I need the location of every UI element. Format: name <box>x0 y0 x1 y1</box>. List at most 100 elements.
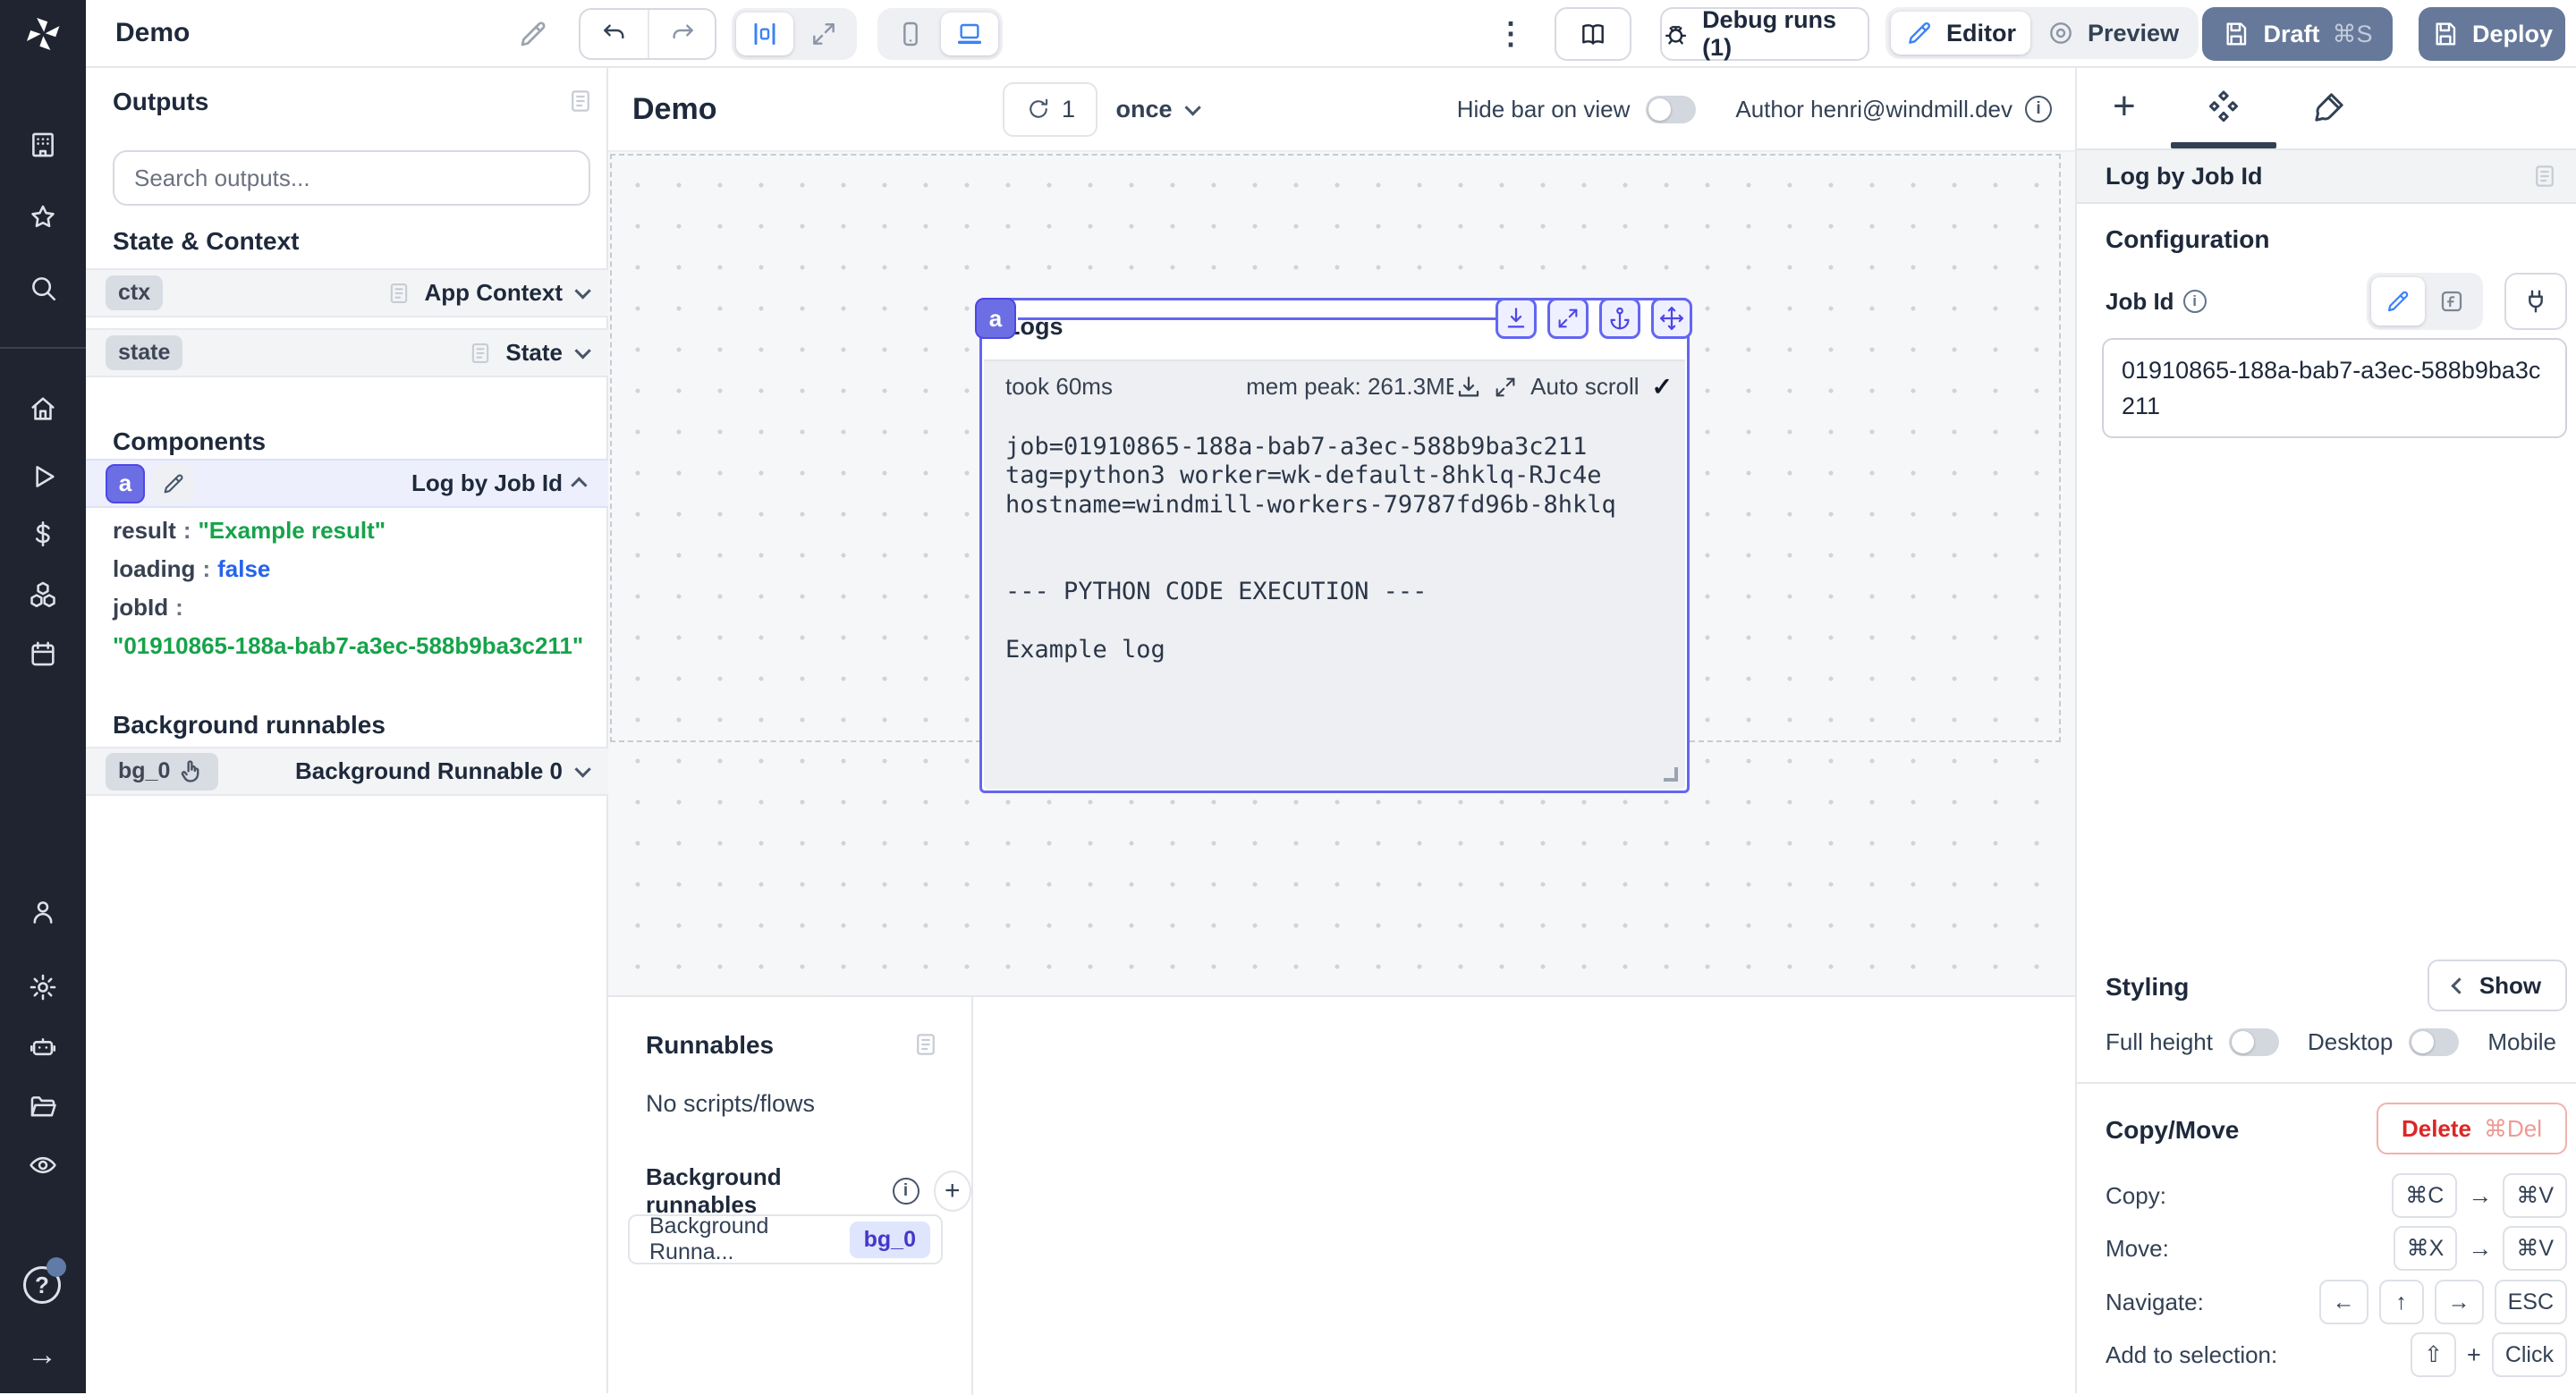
deploy-button[interactable]: Deploy <box>2419 7 2565 61</box>
windmill-logo-icon <box>22 13 64 55</box>
resources-icon[interactable] <box>28 579 58 610</box>
schedules-icon[interactable] <box>28 638 58 669</box>
info-icon[interactable]: i <box>2183 290 2207 313</box>
static-input-mode-button[interactable] <box>2371 277 2425 326</box>
show-styling-button[interactable]: Show <box>2428 960 2567 1011</box>
workspace-icon[interactable] <box>28 130 58 160</box>
centered-layout-button[interactable] <box>736 13 793 55</box>
download-logs-icon[interactable] <box>1455 374 1482 401</box>
workers-icon[interactable] <box>28 1032 58 1062</box>
configuration-title: Configuration <box>2106 225 2270 254</box>
insert-component-tab[interactable]: + <box>2113 89 2148 125</box>
chevron-up-icon <box>571 477 587 493</box>
redo-button[interactable] <box>648 10 715 58</box>
canvas-area: Demo 1 once Hide bar on view Author henr… <box>608 68 2075 1393</box>
variables-icon[interactable] <box>28 519 58 549</box>
delete-shortcut: ⌘Del <box>2484 1115 2542 1143</box>
state-row[interactable]: state State <box>86 328 608 377</box>
desktop-view-button[interactable] <box>941 13 998 55</box>
full-height-toggle[interactable] <box>2229 1028 2279 1056</box>
job-id-input[interactable]: 01910865-188a-bab7-a3ec-588b9ba3c211 <box>2102 338 2567 438</box>
arrow-right-icon: → <box>2468 1235 2492 1263</box>
loading-prop[interactable]: loading:false <box>113 550 583 588</box>
logs-component[interactable]: Logs took 60ms mem peak: 261.3MB Auto sc… <box>979 298 1690 793</box>
component-id-badge: a <box>106 464 145 503</box>
kbd-arrow-right: → <box>2435 1280 2484 1324</box>
component-doc-icon[interactable] <box>2531 163 2558 190</box>
component-a-row[interactable]: a Log by Job Id <box>86 459 608 508</box>
app-title: Demo <box>115 0 190 66</box>
home-icon[interactable] <box>28 393 58 424</box>
preview-tab[interactable]: Preview <box>2032 12 2193 55</box>
settings-gear-icon[interactable] <box>28 972 58 1002</box>
styling-tab[interactable] <box>2311 89 2347 125</box>
search-outputs-input[interactable] <box>113 150 590 206</box>
mobile-view-button[interactable] <box>882 13 939 55</box>
full-width-layout-button[interactable] <box>795 13 852 55</box>
move-handle[interactable] <box>1651 298 1692 339</box>
styling-title: Styling <box>2106 973 2189 1002</box>
styling-toggles-row: Full height Desktop Mobile <box>2106 1028 2567 1056</box>
selected-component-header: Log by Job Id <box>2077 148 2576 204</box>
help-notification-dot <box>47 1257 66 1277</box>
app-canvas[interactable]: Logs took 60ms mem peak: 261.3MB Auto sc… <box>608 152 2075 995</box>
info-icon[interactable]: i <box>2025 96 2052 123</box>
undo-button[interactable] <box>580 10 648 58</box>
autoscroll-check-icon[interactable]: ✓ <box>1652 372 1673 402</box>
anchor-handle[interactable] <box>1599 298 1640 339</box>
expression-input-mode-button[interactable] <box>2425 277 2479 326</box>
jobid-prop[interactable]: jobId: <box>113 588 583 627</box>
component-settings-tab[interactable] <box>2206 89 2241 125</box>
editor-tab[interactable]: Editor <box>1891 12 2030 55</box>
bg-runnables-title: Background runnables <box>646 1163 878 1219</box>
hide-bar-toggle[interactable] <box>1646 96 1696 123</box>
no-scripts-label: No scripts/flows <box>646 1090 815 1118</box>
rename-app-button[interactable] <box>517 18 549 50</box>
runs-icon[interactable] <box>28 461 58 492</box>
bg-runnable-row[interactable]: bg_0 Background Runnable 0 <box>86 747 608 796</box>
full-height-label: Full height <box>2106 1028 2213 1056</box>
refresh-count-button[interactable]: 1 <box>1003 82 1097 137</box>
jobid-prop-value[interactable]: "01910865-188a-bab7-a3ec-588b9ba3c211" <box>113 627 583 665</box>
user-icon[interactable] <box>28 897 58 927</box>
runnables-doc-icon[interactable] <box>912 1031 939 1058</box>
plus-symbol: + <box>2467 1341 2481 1369</box>
draft-button[interactable]: Draft ⌘S <box>2202 7 2393 61</box>
runnables-panel: Runnables No scripts/flows Background ru… <box>608 997 973 1395</box>
ctx-row[interactable]: ctx App Context <box>86 268 608 317</box>
info-icon[interactable]: i <box>893 1178 919 1205</box>
state-key-badge: state <box>106 335 182 370</box>
layout-toggle-group <box>732 8 857 60</box>
draft-shortcut: ⌘S <box>2333 21 2373 48</box>
edit-component-id-button[interactable] <box>154 464 193 503</box>
resize-handle[interactable] <box>1664 767 1678 782</box>
add-bg-runnable-button[interactable]: + <box>934 1171 972 1212</box>
docs-button[interactable] <box>1555 7 1631 61</box>
state-context-title: State & Context <box>113 227 299 256</box>
more-menu-button[interactable]: ⋮ <box>1496 13 1526 55</box>
audit-logs-icon[interactable] <box>28 1150 58 1180</box>
delete-component-button[interactable]: Delete ⌘Del <box>2377 1103 2567 1154</box>
debug-runs-button[interactable]: Debug runs (1) <box>1660 7 1869 61</box>
folders-icon[interactable] <box>28 1092 58 1122</box>
connect-input-button[interactable] <box>2504 273 2567 330</box>
bug-icon <box>1662 20 1690 48</box>
windmill-logo[interactable] <box>0 0 86 68</box>
desktop-toggle[interactable] <box>2409 1028 2459 1056</box>
expand-down-handle[interactable] <box>1496 298 1537 339</box>
favorites-icon[interactable] <box>28 202 58 232</box>
doc-icon <box>386 281 411 306</box>
expand-logs-icon[interactable] <box>1493 375 1518 400</box>
outputs-doc-icon[interactable] <box>567 88 594 114</box>
result-prop[interactable]: result:"Example result" <box>113 512 583 550</box>
input-mode-toggle <box>2367 273 2483 330</box>
right-panel-tabs: + <box>2077 68 2576 148</box>
run-mode-dropdown[interactable]: once <box>1115 96 1196 123</box>
fullscreen-handle[interactable] <box>1547 298 1589 339</box>
bg-runnable-item[interactable]: Background Runna... bg_0 <box>628 1214 943 1264</box>
autoscroll-label[interactable]: Auto scroll <box>1530 373 1639 401</box>
expand-rail-icon[interactable]: → <box>27 1338 57 1373</box>
runnables-title: Runnables <box>646 1031 774 1060</box>
canvas-app-title: Demo <box>632 92 716 127</box>
search-icon[interactable] <box>28 273 58 303</box>
